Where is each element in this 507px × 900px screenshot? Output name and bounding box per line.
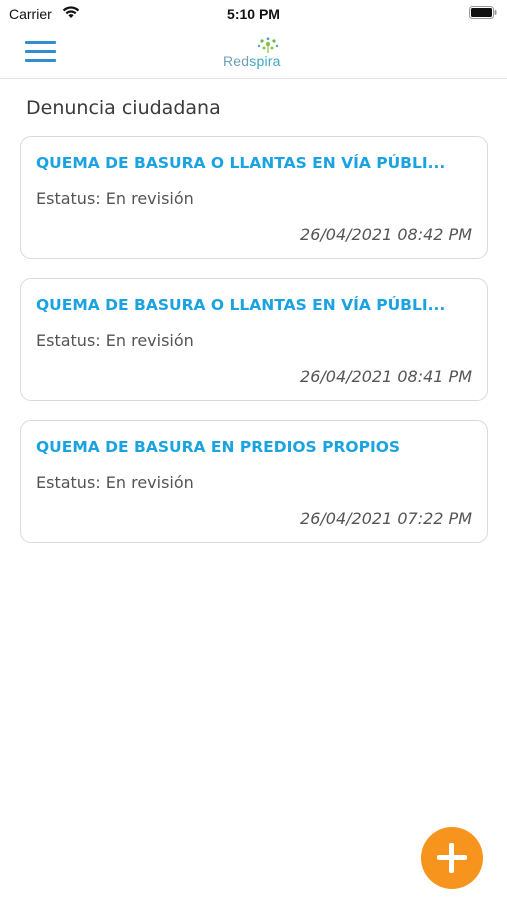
screen: Carrier 5:10 PM Redspira Denuncia ciudad… (0, 0, 507, 900)
status-bar: Carrier 5:10 PM (0, 0, 507, 28)
report-date: 26/04/2021 07:22 PM (300, 509, 472, 528)
add-report-button[interactable] (421, 827, 483, 889)
hamburger-menu-icon[interactable] (25, 40, 57, 64)
nav-bar: Redspira (0, 28, 507, 79)
report-title: QUEMA DE BASURA EN PREDIOS PROPIOS (36, 438, 401, 456)
report-list: QUEMA DE BASURA O LLANTAS EN VÍA PÚBLI..… (20, 136, 488, 562)
battery-icon (469, 6, 497, 19)
page-title: Denuncia ciudadana (26, 97, 221, 119)
report-card[interactable]: QUEMA DE BASURA O LLANTAS EN VÍA PÚBLI..… (20, 136, 488, 259)
report-status: Estatus: En revisión (36, 189, 194, 208)
report-date: 26/04/2021 08:41 PM (300, 367, 472, 386)
logo-text: Redspira (223, 53, 281, 69)
clock-time: 5:10 PM (227, 6, 280, 22)
report-card[interactable]: QUEMA DE BASURA O LLANTAS EN VÍA PÚBLI..… (20, 278, 488, 401)
report-status: Estatus: En revisión (36, 331, 194, 350)
report-date: 26/04/2021 08:42 PM (300, 225, 472, 244)
report-title: QUEMA DE BASURA O LLANTAS EN VÍA PÚBLI..… (36, 296, 446, 314)
report-card[interactable]: QUEMA DE BASURA EN PREDIOS PROPIOS Estat… (20, 420, 488, 543)
app-logo: Redspira (203, 36, 307, 70)
report-title: QUEMA DE BASURA O LLANTAS EN VÍA PÚBLI..… (36, 154, 446, 172)
logo-leaf-icon (257, 37, 279, 53)
report-status: Estatus: En revisión (36, 473, 194, 492)
